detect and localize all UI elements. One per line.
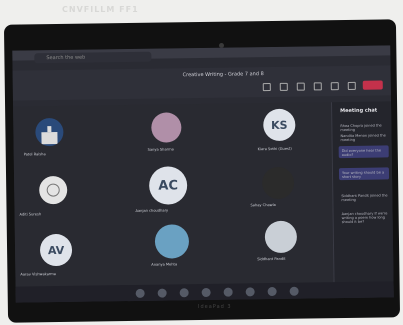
participant-grid: Patel Raisha Sanya Sharma KS Kiara Sethi… [13, 102, 334, 297]
meeting-chat-panel: Meeting chat Rhea Chopra joined the meet… [331, 101, 394, 299]
chat-icon[interactable] [279, 82, 288, 91]
avatar [264, 220, 298, 254]
chat-panel-title: Meeting chat [340, 107, 378, 115]
search-input[interactable]: Search the web [34, 51, 152, 64]
participant-name: Siddhant Pandit [257, 256, 286, 262]
more-options-icon[interactable] [313, 82, 322, 91]
avatar [35, 117, 64, 147]
participant-name: Aarav Vishwakarma [20, 272, 57, 277]
taskbar-icon[interactable] [201, 287, 211, 298]
taskbar-icon[interactable] [179, 288, 189, 298]
laptop-screen: Search the web Creative Writing - Grade … [12, 45, 394, 303]
chat-message: Rhea Chopra joined the meeting [340, 123, 382, 133]
avatar: AC [148, 166, 188, 205]
meeting-toolbar [262, 81, 356, 92]
participant-name: Ananya Mehta [151, 262, 178, 267]
avatar [261, 166, 295, 200]
meeting-title: Creative Writing - Grade 7 and 8 [182, 71, 264, 79]
participant-name: Sahay Chawla [250, 202, 276, 208]
leave-button[interactable] [362, 80, 383, 90]
avatar: AV [39, 233, 73, 267]
participant-name: Aanjan choudhary [135, 208, 169, 213]
avatar [154, 224, 190, 259]
participant-name: Kiara Sethi (Guest) [257, 146, 292, 152]
bezel-brand: IdeaPad 3 [198, 304, 232, 310]
avatar [39, 175, 68, 205]
participants-icon[interactable] [262, 83, 271, 92]
castle-icon [41, 126, 58, 145]
chat-message: Nandita Menon joined the meeting [340, 133, 386, 143]
taskbar-icon[interactable] [135, 288, 145, 298]
avatar [151, 112, 182, 143]
chat-message: Did everyone hear the audio? [341, 148, 382, 158]
taskbar-icon[interactable] [289, 286, 299, 296]
participant-name: Patel Raisha [23, 152, 46, 157]
ornament-icon [46, 183, 60, 197]
participant-name: Sanya Sharma [147, 147, 174, 152]
taskbar-icon[interactable] [245, 287, 255, 297]
avatar: KS [263, 108, 296, 142]
participant-name: Aditi Suresh [19, 212, 42, 217]
photo-header-text: CNVFILLM FF1 [62, 5, 139, 14]
mic-icon[interactable] [347, 81, 356, 90]
taskbar-icon[interactable] [157, 288, 167, 298]
photo-frame: CNVFILLM FF1 Search the web Creative Wri… [0, 0, 403, 325]
chat-message: Aanjan choudhary If we're writing a poem… [341, 211, 388, 225]
chat-message: Siddhant Pandit joined the meeting [341, 193, 388, 203]
taskbar-icon[interactable] [267, 286, 277, 297]
chat-message: Your writing should be a short story [341, 170, 385, 180]
raise-hand-icon[interactable] [296, 82, 305, 91]
camera-icon[interactable] [330, 82, 339, 91]
taskbar-icon[interactable] [223, 287, 233, 297]
